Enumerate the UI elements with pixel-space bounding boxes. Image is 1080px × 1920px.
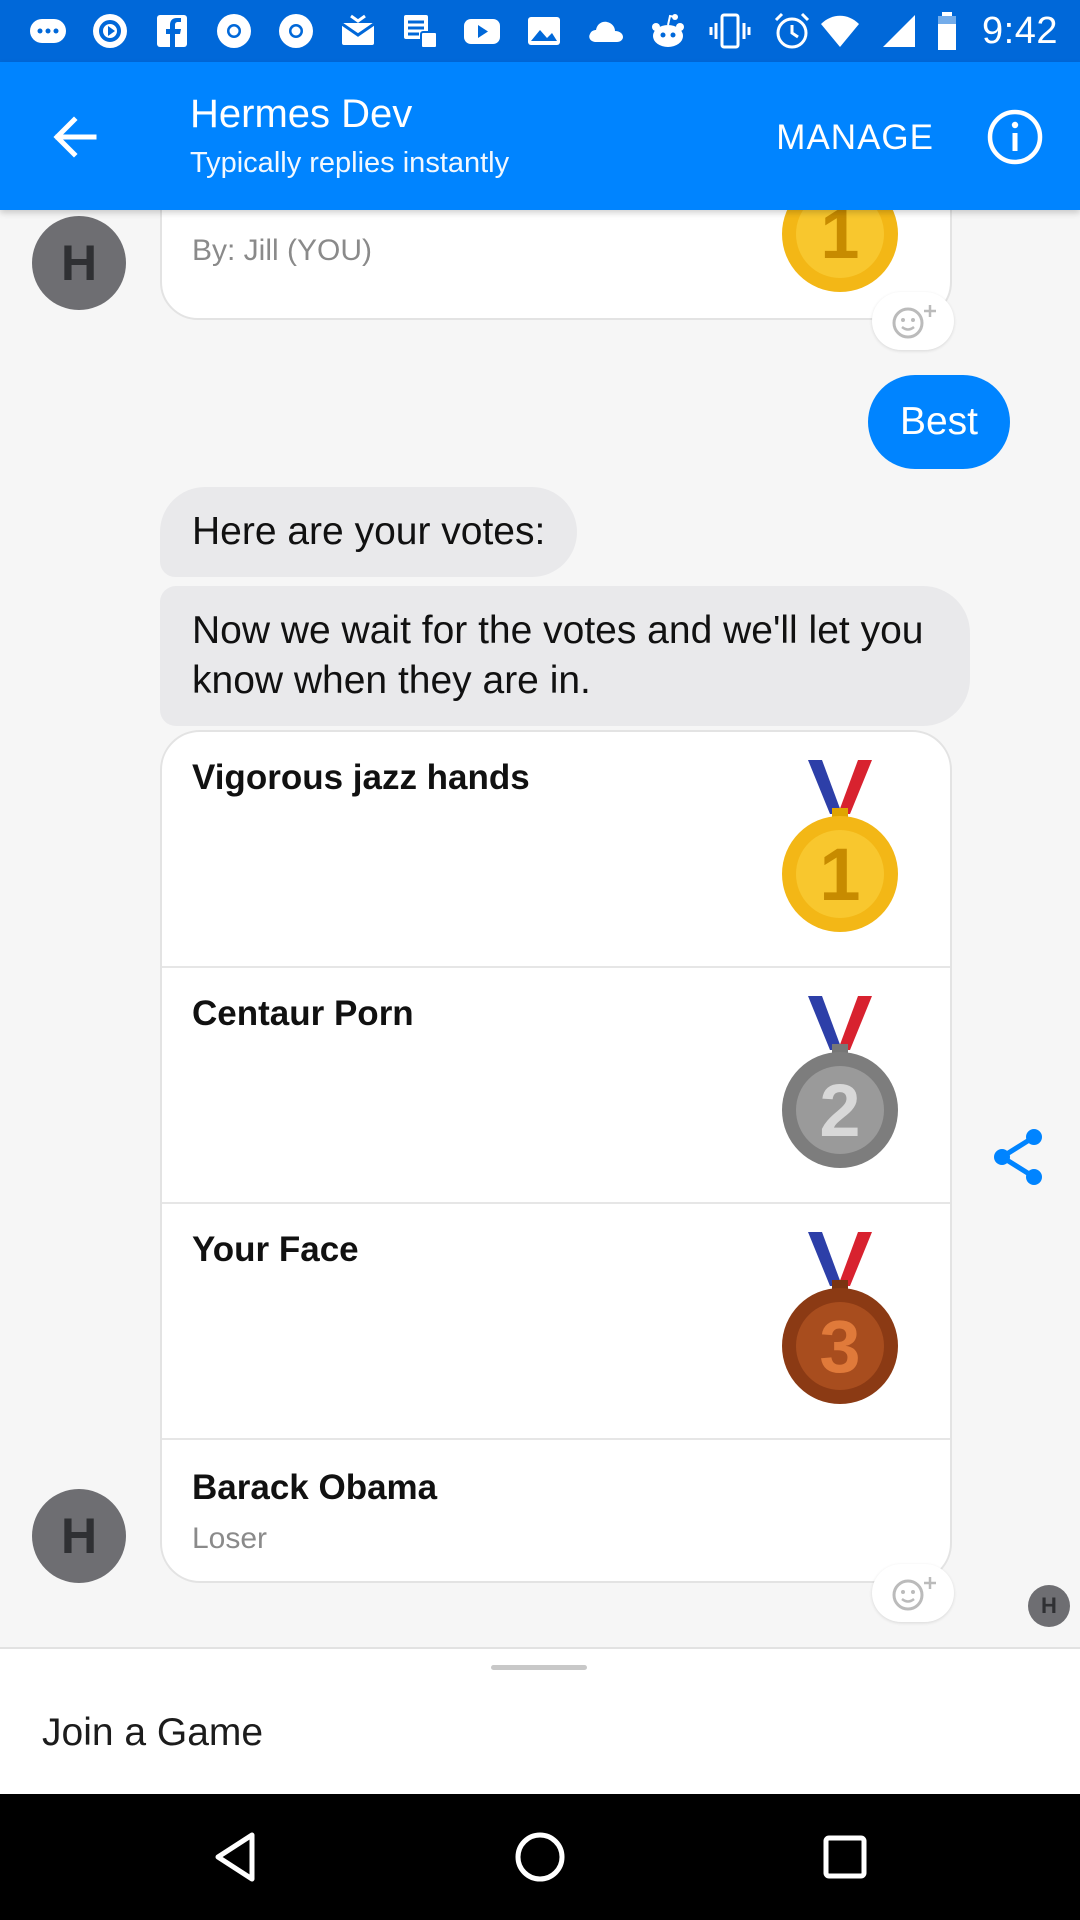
info-button[interactable] — [980, 102, 1050, 172]
svg-text:1: 1 — [821, 210, 860, 273]
manage-button[interactable]: MANAGE — [776, 118, 934, 158]
svg-text:1: 1 — [819, 833, 860, 916]
incoming-message[interactable]: Here are your votes: — [160, 487, 578, 577]
vote-title: Your Face — [192, 1230, 359, 1269]
svg-text:2: 2 — [819, 1069, 860, 1152]
message-thread[interactable]: H By: Jill (YOU) 1 Best Here are your vo… — [0, 210, 1080, 1647]
battery-icon — [932, 10, 962, 52]
outgoing-message[interactable]: Best — [867, 375, 1010, 469]
status-bar: 9:42 — [0, 0, 1080, 62]
clock: 9:42 — [982, 9, 1058, 52]
chrome-icon — [272, 10, 320, 52]
add-reaction-button[interactable] — [872, 1564, 954, 1622]
avatar[interactable]: H — [32, 1489, 126, 1583]
incoming-message[interactable]: Now we wait for the votes and we'll let … — [160, 586, 970, 726]
vote-title: Barack Obama — [192, 1468, 438, 1507]
wifi-icon — [816, 10, 864, 52]
chrome-icon — [210, 10, 258, 52]
circle-home-icon — [515, 1832, 565, 1882]
avatar[interactable]: H — [32, 216, 126, 310]
system-indicators: 9:42 — [816, 8, 1058, 54]
cloud-icon — [582, 10, 630, 52]
pocketcasts-icon — [86, 10, 134, 52]
vote-title: Vigorous jazz hands — [192, 758, 530, 797]
previous-card[interactable]: By: Jill (YOU) 1 — [160, 210, 952, 320]
info-icon — [987, 109, 1043, 165]
card-byline: By: Jill (YOU) — [192, 234, 372, 267]
app-bar: Hermes Dev Typically replies instantly M… — [0, 62, 1080, 210]
votes-list-card[interactable]: Vigorous jazz hands 1 Centaur Porn 2 You… — [160, 730, 952, 1583]
drag-handle[interactable] — [491, 1665, 587, 1670]
read-receipt-avatar: H — [1028, 1585, 1070, 1627]
response-time-subtitle: Typically replies instantly — [190, 147, 510, 179]
tasks-icon — [396, 10, 444, 52]
messenger-icon — [24, 10, 72, 52]
vote-title: Centaur Porn — [192, 994, 414, 1033]
back-button[interactable] — [40, 102, 110, 172]
facebook-icon — [148, 10, 196, 52]
vote-subtitle: Loser — [192, 1522, 268, 1555]
gold-medal-icon: 1 — [782, 210, 898, 292]
vote-row[interactable]: Your Face 3 — [162, 1204, 950, 1440]
arrow-back-icon — [53, 116, 97, 158]
reddit-icon — [644, 10, 692, 52]
quick-reply-panel: Join a Game — [0, 1647, 1080, 1794]
recents-nav-button[interactable] — [810, 1822, 880, 1892]
vote-row[interactable]: Vigorous jazz hands 1 — [162, 732, 950, 968]
vibrate-icon — [706, 10, 754, 52]
svg-text:3: 3 — [819, 1305, 860, 1388]
silver-medal-icon: 2 — [782, 996, 898, 1168]
vote-row[interactable]: Barack Obama Loser — [162, 1440, 950, 1581]
bronze-medal-icon: 3 — [782, 1232, 898, 1404]
square-recents-icon — [823, 1835, 867, 1879]
mail-icon — [334, 10, 382, 52]
youtube-icon — [458, 10, 506, 52]
join-game-button[interactable]: Join a Game — [42, 1711, 263, 1755]
vote-row[interactable]: Centaur Porn 2 — [162, 968, 950, 1204]
share-icon[interactable] — [990, 1127, 1046, 1187]
navigation-bar — [0, 1794, 1080, 1920]
signal-icon — [874, 10, 922, 52]
add-reaction-button[interactable] — [872, 292, 954, 350]
back-nav-button[interactable] — [200, 1822, 270, 1892]
notification-icons — [24, 10, 816, 52]
gold-medal-icon: 1 — [782, 760, 898, 932]
smiley-plus-icon — [892, 1577, 936, 1611]
conversation-title-block[interactable]: Hermes Dev Typically replies instantly — [190, 92, 509, 180]
smiley-plus-icon — [892, 305, 936, 339]
triangle-back-icon — [215, 1832, 255, 1882]
home-nav-button[interactable] — [505, 1822, 575, 1892]
photos-icon — [520, 10, 568, 52]
page-title: Hermes Dev — [190, 92, 413, 136]
alarm-icon — [768, 10, 816, 52]
